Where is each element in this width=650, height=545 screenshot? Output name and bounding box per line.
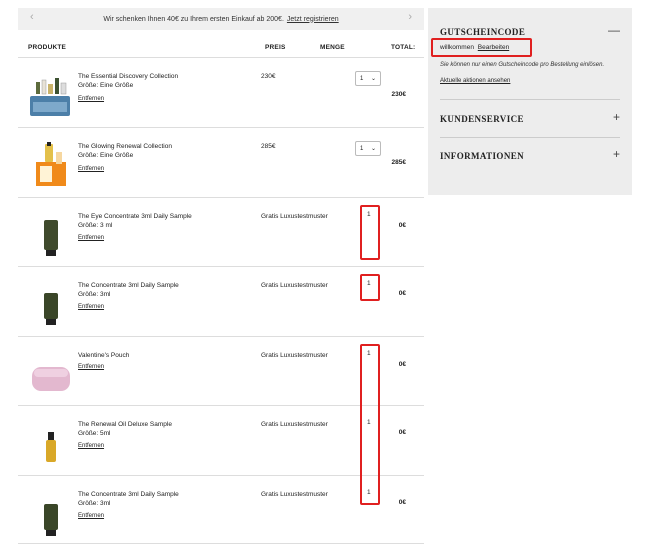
chevron-right-icon[interactable]: › [408,11,412,23]
remove-link[interactable]: Entfernen [78,443,104,449]
product-image [36,142,66,186]
product-size: Größe: 3 ml [78,222,113,229]
header-quantity: MENGE [320,44,345,51]
product-price: 230€ [261,73,276,80]
product-name[interactable]: Valentine's Pouch [78,352,129,359]
product-price: 285€ [261,143,276,150]
product-image [44,293,58,325]
quantity-value: 1 [360,75,364,82]
line-total: 230€ [391,91,406,98]
product-size: Größe: 3ml [78,291,111,298]
coupon-section-title[interactable]: GUTSCHEINCODE [440,27,525,37]
line-total: 285€ [391,159,406,166]
highlight-box [360,274,380,301]
cart-row: The Essential Discovery Collection Größe… [18,58,424,127]
promo-banner: ‹ Wir schenken Ihnen 40€ zu Ihrem ersten… [18,8,424,30]
product-name[interactable]: The Glowing Renewal Collection [78,143,172,150]
cart-row: The Glowing Renewal Collection Größe: Ei… [18,128,424,197]
quantity-select[interactable]: 1 ⌄ [355,71,381,86]
line-total: 0€ [398,361,406,368]
product-price: Gratis Luxustestmuster [261,282,328,289]
header-products: PRODUKTE [28,44,67,51]
plus-icon[interactable]: + [613,147,620,161]
header-price: PREIS [265,44,286,51]
info-section-title[interactable]: INFORMATIONEN [440,151,524,161]
service-section-title[interactable]: KUNDENSERVICE [440,114,524,124]
quantity-value: 1 [360,145,364,152]
product-name[interactable]: The Concentrate 3ml Daily Sample [78,491,179,498]
product-image [44,220,58,256]
product-price: Gratis Luxustestmuster [261,491,328,498]
remove-link[interactable]: Entfernen [78,304,104,310]
coupon-note: Sie können nur einen Gutscheincode pro B… [440,62,605,68]
highlight-box [360,344,380,505]
remove-link[interactable]: Entfernen [78,166,104,172]
remove-link[interactable]: Entfernen [78,96,104,102]
product-image [32,367,70,391]
highlight-box [360,205,380,260]
register-link[interactable]: Jetzt registrieren [287,16,339,23]
line-total: 0€ [398,222,406,229]
line-total: 0€ [398,499,406,506]
chevron-down-icon: ⌄ [370,146,376,152]
product-price: Gratis Luxustestmuster [261,352,328,359]
product-image [44,504,58,536]
header-total: TOTAL: [391,44,416,51]
product-name[interactable]: The Essential Discovery Collection [78,73,178,80]
remove-link[interactable]: Entfernen [78,364,104,370]
sidebar-divider [440,137,620,138]
sidebar-panel: GUTSCHEINCODE — willkommen Bearbeiten Si… [428,8,632,195]
promo-text: Wir schenken Ihnen 40€ zu Ihrem ersten E… [103,15,284,23]
product-size: Größe: 3ml [78,500,111,507]
minus-icon[interactable]: — [608,23,620,37]
product-name[interactable]: The Renewal Oil Deluxe Sample [78,421,172,428]
product-size: Größe: Eine Größe [78,152,134,159]
remove-link[interactable]: Entfernen [78,513,104,519]
line-total: 0€ [398,429,406,436]
product-price: Gratis Luxustestmuster [261,213,328,220]
quantity-select[interactable]: 1 ⌄ [355,141,381,156]
plus-icon[interactable]: + [613,110,620,124]
product-image [30,78,70,116]
product-image [46,432,56,462]
product-size: Größe: 5ml [78,430,111,437]
chevron-left-icon[interactable]: ‹ [30,11,34,23]
line-total: 0€ [398,290,406,297]
product-price: Gratis Luxustestmuster [261,421,328,428]
remove-link[interactable]: Entfernen [78,235,104,241]
product-size: Größe: Eine Größe [78,82,134,89]
product-name[interactable]: The Concentrate 3ml Daily Sample [78,282,179,289]
chevron-down-icon: ⌄ [370,76,376,82]
sidebar-divider [440,99,620,100]
highlight-box [431,38,532,57]
product-name[interactable]: The Eye Concentrate 3ml Daily Sample [78,213,192,220]
promotions-link[interactable]: Aktuelle aktionen ansehen [440,78,510,84]
row-divider [18,543,424,544]
